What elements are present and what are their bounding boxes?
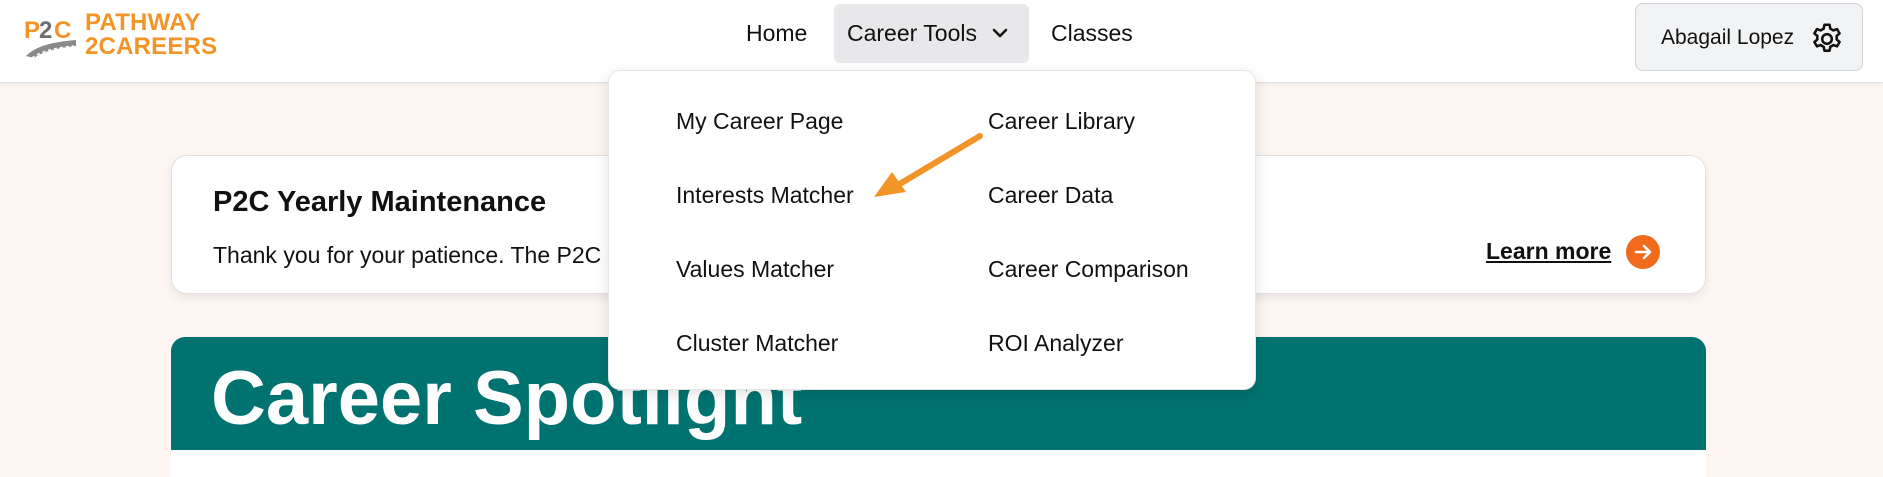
logo-line1: PATHWAY (85, 9, 201, 36)
menu-item-my-career-page[interactable]: My Career Page (676, 108, 843, 135)
menu-item-career-data[interactable]: Career Data (988, 182, 1113, 209)
arrow-right-glyph (1634, 244, 1652, 260)
user-menu-button[interactable]: Abagail Lopez (1635, 3, 1863, 71)
p2c-logo-icon: P 2 C (24, 17, 76, 59)
svg-text:P: P (24, 17, 40, 44)
notice-title: P2C Yearly Maintenance (213, 186, 547, 218)
menu-item-values-matcher[interactable]: Values Matcher (676, 256, 834, 283)
career-tools-dropdown: My Career Page Interests Matcher Values … (608, 70, 1256, 390)
logo-line2: 2CAREERS (85, 33, 218, 60)
menu-item-career-comparison[interactable]: Career Comparison (988, 256, 1189, 283)
nav-home-label: Home (746, 20, 808, 46)
nav-classes-label: Classes (1051, 20, 1133, 46)
nav-home[interactable]: Home (733, 4, 820, 63)
chevron-down-icon (993, 29, 1008, 38)
menu-item-career-library[interactable]: Career Library (988, 108, 1135, 135)
pathway2careers-logo[interactable]: P 2 C PATHWAY 2CAREERS (22, 10, 217, 60)
menu-item-interests-matcher[interactable]: Interests Matcher (676, 182, 854, 209)
menu-item-cluster-matcher[interactable]: Cluster Matcher (676, 330, 838, 357)
notice-text: Thank you for your patience. The P2C (213, 242, 602, 268)
nav-career-tools-label: Career Tools (847, 20, 977, 46)
menu-item-roi-analyzer[interactable]: ROI Analyzer (988, 330, 1124, 357)
learn-more-link[interactable]: Learn more (1486, 238, 1611, 265)
nav-classes[interactable]: Classes (1038, 4, 1146, 63)
gear-icon[interactable] (1809, 21, 1845, 57)
arrow-right-icon[interactable] (1626, 235, 1660, 269)
svg-text:2: 2 (39, 17, 52, 44)
logo-wordmark: PATHWAY 2CAREERS (85, 11, 217, 59)
user-name: Abagail Lopez (1661, 26, 1795, 49)
nav-career-tools[interactable]: Career Tools (834, 4, 1029, 63)
svg-text:C: C (54, 17, 71, 44)
